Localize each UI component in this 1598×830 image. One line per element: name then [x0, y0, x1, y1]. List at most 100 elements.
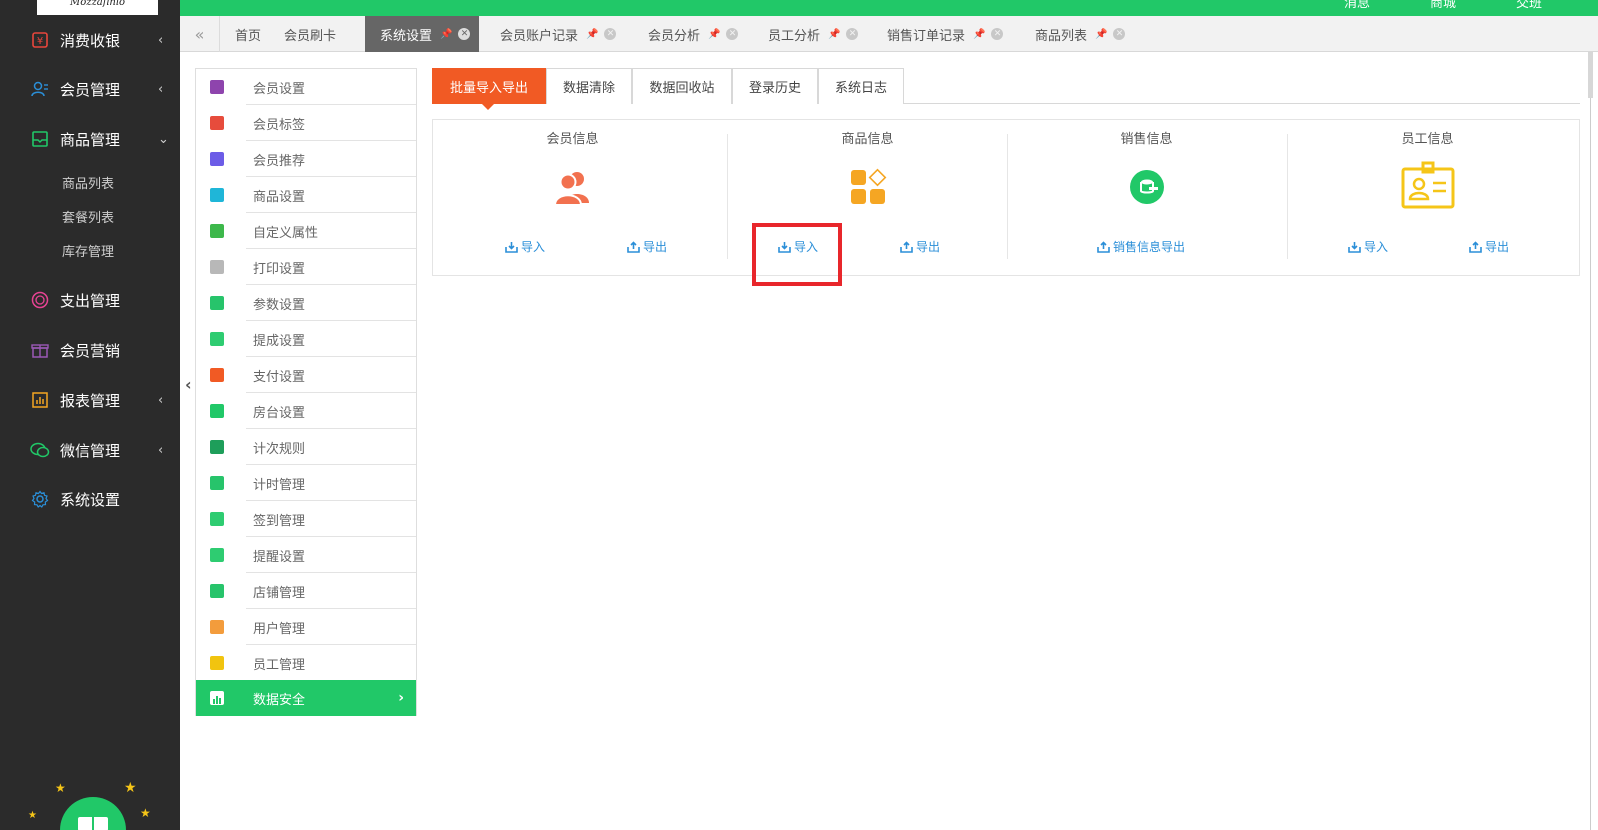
close-icon[interactable]: ✕	[1113, 28, 1126, 40]
menu-item-print-settings[interactable]: 打印设置	[196, 249, 416, 285]
action-label: 导入	[1364, 240, 1389, 254]
tab-home[interactable]: 首页	[220, 16, 272, 52]
printer-icon	[210, 260, 224, 274]
sidebar-item-expense[interactable]: 支出管理	[0, 280, 180, 320]
close-icon[interactable]: ✕	[604, 28, 617, 40]
sidebar-item-wechat[interactable]: 微信管理 ‹	[0, 430, 180, 470]
messages-link[interactable]: 消息	[1344, 0, 1370, 11]
menu-item-label: 签到管理	[253, 513, 306, 529]
member-export-button[interactable]: 导出	[627, 238, 667, 255]
sidebar-subitem-package-list[interactable]: 套餐列表	[62, 207, 114, 226]
export-icon	[1469, 240, 1482, 253]
close-icon[interactable]: ✕	[458, 28, 471, 40]
menu-item-product-settings[interactable]: 商品设置	[196, 177, 416, 213]
tab-system-settings[interactable]: 系统设置 📌 ✕	[365, 16, 479, 52]
close-icon[interactable]: ✕	[991, 28, 1004, 40]
menu-item-custom-attributes[interactable]: 自定义属性	[196, 213, 416, 249]
mall-link[interactable]: 商城	[1430, 0, 1456, 11]
logo-text: Mozzafinio	[69, 0, 126, 8]
pin-icon[interactable]: 📌	[1095, 29, 1107, 40]
pin-icon[interactable]: 📌	[828, 29, 840, 40]
bar-chart-icon	[210, 691, 224, 705]
staff-import-button[interactable]: 导入	[1348, 238, 1388, 255]
shift-handover-link[interactable]: 交班	[1516, 0, 1542, 11]
tab-batch-import-export[interactable]: 批量导入导出	[432, 68, 546, 104]
sales-export-button[interactable]: 销售信息导出	[1097, 238, 1185, 255]
member-import-button[interactable]: 导入	[505, 238, 545, 255]
menu-item-label: 会员标签	[253, 117, 306, 133]
menu-item-checkin-management[interactable]: 签到管理	[196, 501, 416, 537]
sales-info-section: 销售信息 销售信息导出	[1007, 120, 1286, 275]
sidebar-item-settings[interactable]: 系统设置	[0, 479, 180, 519]
pin-icon[interactable]: 📌	[973, 29, 985, 40]
logo: Mozzafinio	[37, 0, 158, 15]
sidebar-item-members[interactable]: 会员管理 ‹	[0, 69, 180, 109]
tab-staff-analysis[interactable]: 员工分析 📌 ✕	[758, 16, 870, 52]
menu-item-timer-management[interactable]: 计时管理	[196, 465, 416, 501]
sidebar-item-label: 消费收银	[60, 31, 121, 50]
menu-item-user-management[interactable]: 用户管理	[196, 609, 416, 645]
section-title: 销售信息	[1120, 132, 1173, 147]
bell-icon	[210, 548, 224, 562]
tab-member-analysis[interactable]: 会员分析 📌 ✕	[638, 16, 750, 52]
chevron-left-icon: ‹	[158, 442, 164, 458]
pin-icon[interactable]: 📌	[586, 29, 598, 40]
alarm-clock-icon	[210, 476, 224, 490]
sidebar-item-products[interactable]: 商品管理 ⌄	[0, 119, 180, 159]
menu-item-room-settings[interactable]: 房台设置	[196, 393, 416, 429]
sliders-icon	[210, 296, 224, 310]
close-icon[interactable]: ✕	[726, 28, 739, 40]
tabs-scroll-left-button[interactable]: «	[180, 16, 220, 52]
product-export-button[interactable]: 导出	[900, 238, 940, 255]
tab-system-log[interactable]: 系统日志	[818, 68, 904, 104]
tag-icon	[210, 116, 224, 130]
action-label: 导出	[1485, 240, 1510, 254]
tab-member-account-records[interactable]: 会员账户记录 📌 ✕	[490, 16, 626, 52]
import-icon	[1348, 241, 1361, 253]
pin-icon[interactable]: 📌	[708, 29, 720, 40]
action-label: 导出	[643, 240, 668, 254]
tab-label: 商品列表	[1035, 28, 1088, 44]
menu-item-member-tags[interactable]: 会员标签	[196, 105, 416, 141]
settings-menu: 会员设置 会员标签 会员推荐 商品设置 自定义属性 打印设置 参数设置 提成设置	[195, 68, 417, 716]
menu-item-member-settings[interactable]: 会员设置	[196, 69, 416, 105]
scrollbar-track	[1590, 52, 1591, 830]
menu-item-store-management[interactable]: 店铺管理	[196, 573, 416, 609]
close-icon[interactable]: ✕	[846, 28, 859, 40]
menu-item-payment-settings[interactable]: 支付设置	[196, 357, 416, 393]
tab-data-clear[interactable]: 数据清除	[546, 68, 632, 104]
menu-item-label: 会员推荐	[253, 153, 306, 169]
menu-item-commission-settings[interactable]: 提成设置	[196, 321, 416, 357]
tab-label: 会员分析	[648, 28, 701, 44]
menu-item-member-referral[interactable]: 会员推荐	[196, 141, 416, 177]
chevron-left-icon: ‹	[158, 392, 164, 408]
staff-export-button[interactable]: 导出	[1469, 238, 1509, 255]
tab-data-recycle-bin[interactable]: 数据回收站	[632, 68, 732, 104]
sidebar-subitem-inventory[interactable]: 库存管理	[62, 241, 114, 260]
menu-item-data-security[interactable]: 数据安全 ›	[196, 680, 416, 716]
menu-item-count-rules[interactable]: 计次规则	[196, 429, 416, 465]
cashier-icon: ¥	[30, 30, 50, 50]
tab-product-list[interactable]: 商品列表 📌 ✕	[1025, 16, 1137, 52]
menu-item-label: 提成设置	[253, 333, 306, 349]
tab-login-history[interactable]: 登录历史	[732, 68, 818, 104]
sidebar-item-cashier[interactable]: ¥ 消费收银 ‹	[0, 20, 180, 60]
tab-member-card[interactable]: 会员刷卡	[272, 16, 354, 52]
sidebar-item-reports[interactable]: 报表管理 ‹	[0, 380, 180, 420]
menu-item-parameter-settings[interactable]: 参数设置	[196, 285, 416, 321]
sidebar-item-marketing[interactable]: 会员营销	[0, 330, 180, 370]
collapse-menu-handle[interactable]: ‹	[185, 375, 197, 395]
menu-item-staff-management[interactable]: 员工管理	[196, 645, 416, 681]
tab-sales-order-records[interactable]: 销售订单记录 📌 ✕	[877, 16, 1017, 52]
tab-label: 会员账户记录	[500, 28, 579, 44]
sidebar-item-label: 支出管理	[60, 291, 121, 310]
list-icon	[210, 440, 224, 454]
menu-item-reminder-settings[interactable]: 提醒设置	[196, 537, 416, 573]
member-settings-icon	[210, 80, 224, 94]
sidebar-item-label: 商品管理	[60, 130, 121, 149]
scrollbar-thumb[interactable]	[1588, 52, 1593, 98]
member-icon	[30, 79, 50, 99]
export-icon	[627, 240, 640, 253]
pin-icon[interactable]: 📌	[440, 29, 452, 40]
sidebar-subitem-product-list[interactable]: 商品列表	[62, 173, 114, 192]
